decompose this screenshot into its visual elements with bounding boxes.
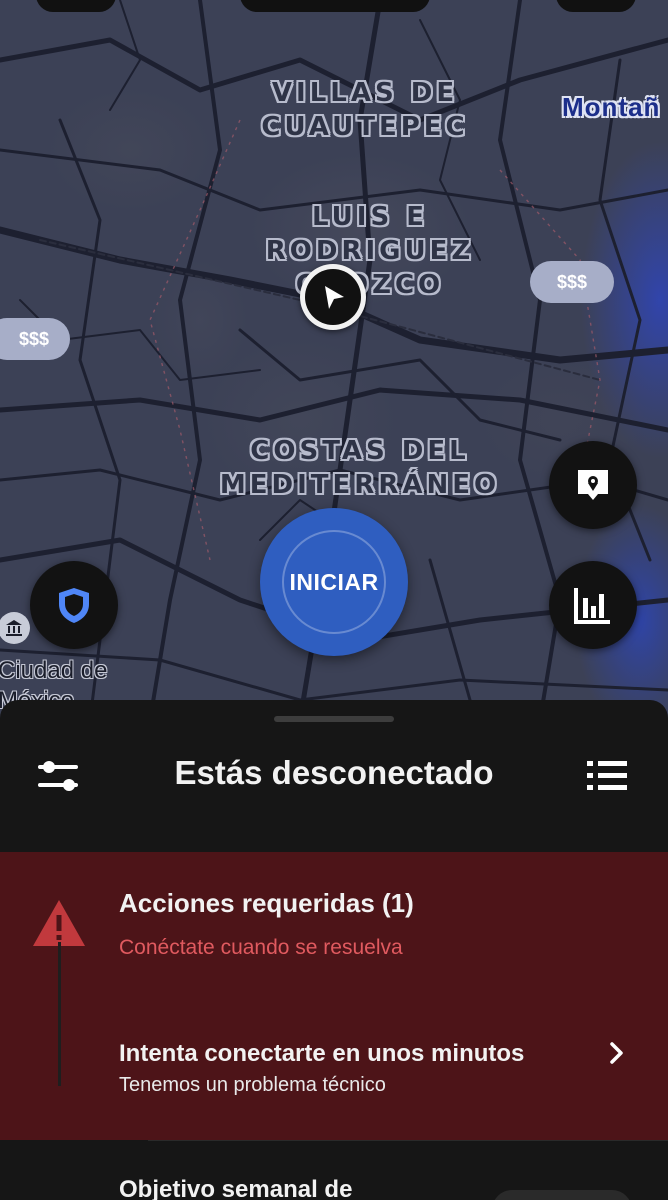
map-pin-message-icon [578,470,608,500]
technical-issue-row[interactable]: Intenta conectarte en unos minutos Tenem… [0,1030,668,1110]
sheet-header: Estás desconectado [0,740,668,810]
weekly-goal-title: Objetivo semanal de [119,1176,353,1200]
top-right-control[interactable] [556,0,636,12]
section-divider [148,1140,668,1141]
top-left-control[interactable] [36,0,116,12]
earnings-stats-button[interactable] [549,561,637,649]
technical-issue-subtitle: Tenemos un problema técnico [119,1074,386,1096]
chevron-right-icon [610,1042,623,1064]
required-actions-card: Acciones requeridas (1) Conéctate cuando… [0,852,668,1140]
bottom-sheet: Estás desconectado Acciones requeridas (… [0,700,668,1200]
list-icon [587,761,627,790]
bar-chart-icon [574,588,610,624]
map-label-costas: COSTAS DEL MEDITERRÁNEO [219,436,501,500]
surge-price-pill[interactable]: $$$ [0,318,70,360]
shield-icon [59,588,89,623]
report-map-issue-button[interactable] [549,441,637,529]
map-view[interactable]: VILLAS DE CUAUTEPEC LUIS E RODRIGUEZ ORO… [0,0,668,720]
current-location-marker [300,264,366,330]
top-center-control[interactable] [240,0,430,12]
map-label-villas: VILLAS DE CUAUTEPEC [261,78,469,142]
map-label-montana: Montañ [562,92,661,122]
trip-list-button[interactable] [582,754,632,798]
weekly-goal-pill[interactable] [492,1190,632,1200]
connection-status-title: Estás desconectado [174,754,494,791]
sheet-drag-handle[interactable] [274,716,394,722]
required-actions-subtitle: Conéctate cuando se resuelva [119,936,403,959]
navigation-arrow-icon [325,286,344,309]
surge-price-pill[interactable]: $$$ [530,261,614,303]
safety-toolkit-button[interactable] [30,561,118,649]
map-label-luis: LUIS E RODRIGUEZ OROZCO [265,202,475,300]
warning-icon [33,900,85,946]
start-button-label: INICIAR [289,568,379,595]
start-go-online-button[interactable]: INICIAR [260,508,408,656]
technical-issue-title: Intenta conectarte en unos minutos [119,1040,525,1067]
required-actions-title: Acciones requeridas (1) [119,888,414,918]
